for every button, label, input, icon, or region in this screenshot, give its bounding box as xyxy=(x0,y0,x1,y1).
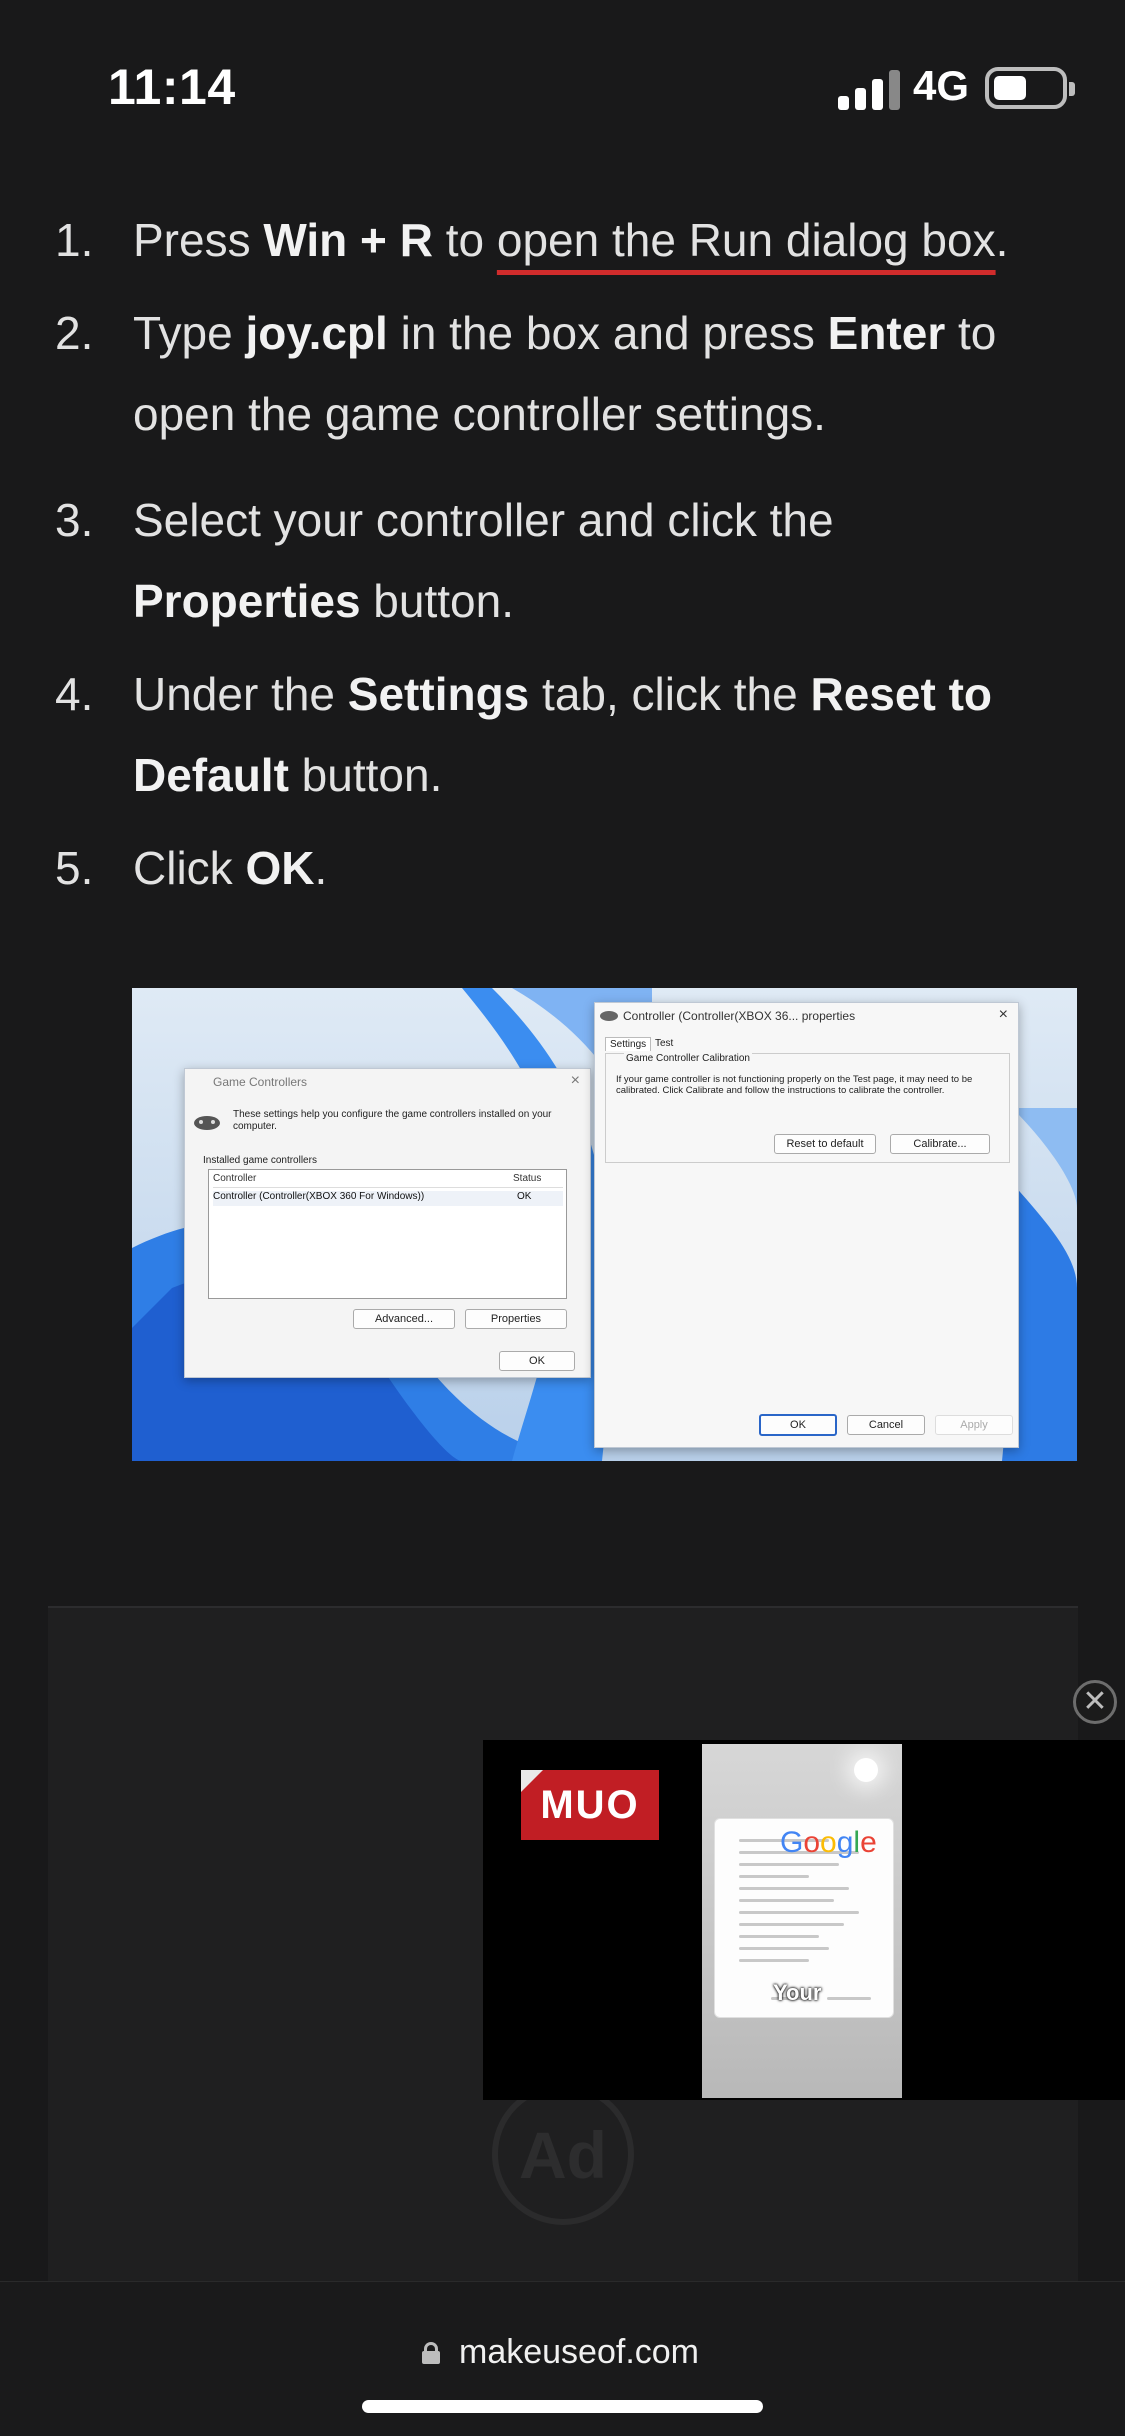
tab-test[interactable]: Test xyxy=(655,1038,673,1049)
table-row[interactable]: Controller (Controller(XBOX 360 For Wind… xyxy=(213,1191,563,1206)
video-frame: Google Your xyxy=(702,1744,902,2098)
network-type: 4G xyxy=(913,62,970,109)
step-text: Select your controller and click the Pro… xyxy=(133,480,1033,642)
step-number: 1. xyxy=(55,214,94,266)
step-text: Click OK. xyxy=(133,828,1033,909)
game-controllers-dialog: Game Controllers × These settings help y… xyxy=(184,1068,591,1378)
site-domain[interactable]: makeuseof.com xyxy=(459,2333,699,2372)
dialog-title: Game Controllers xyxy=(213,1075,308,1089)
address-bar[interactable]: makeuseof.com xyxy=(0,2281,1125,2436)
status-time: 11:14 xyxy=(108,59,236,115)
step-keyword: joy.cpl xyxy=(245,307,388,359)
step-keyword: Enter xyxy=(827,307,946,359)
step-text-part: Type xyxy=(133,307,246,359)
google-logo: Google xyxy=(780,1826,877,1859)
step-text: Press Win + R to open the Run dialog box… xyxy=(133,200,1033,281)
calibrate-button[interactable]: Calibrate... xyxy=(890,1134,990,1154)
step-text-part: . xyxy=(995,214,1009,266)
page: 11:14 4G 1. Press Win + R to open the Ru… xyxy=(0,0,1125,2436)
battery-icon xyxy=(985,67,1075,109)
ad-logo: Ad xyxy=(492,2083,634,2225)
step-text-part: Select your controller and click the xyxy=(133,494,834,546)
dialog-description: These settings help you configure the ga… xyxy=(233,1109,552,1132)
step-text: Type joy.cpl in the box and press Enter … xyxy=(133,293,1033,455)
calibration-group: Game Controller Calibration If your game… xyxy=(605,1053,1010,1163)
signal-icon xyxy=(838,68,900,110)
gamepad-icon xyxy=(599,1009,619,1021)
step-number: 2. xyxy=(55,307,94,359)
list-header: Controller Status xyxy=(213,1173,563,1188)
cancel-button[interactable]: Cancel xyxy=(847,1415,925,1435)
controllers-list[interactable]: Controller Status Controller (Controller… xyxy=(208,1169,567,1299)
step-text-part: in the box and press xyxy=(387,307,828,359)
controller-properties-dialog: Controller (Controller(XBOX 36... proper… xyxy=(594,1002,1019,1448)
step-text-part: to xyxy=(432,214,497,266)
reset-to-default-button[interactable]: Reset to default xyxy=(774,1134,876,1154)
advanced-button[interactable]: Advanced... xyxy=(353,1309,455,1329)
muo-logo-text: MUO xyxy=(540,1783,640,1827)
step-text-part: button. xyxy=(288,749,443,801)
home-indicator[interactable] xyxy=(362,2400,763,2413)
ok-button[interactable]: OK xyxy=(499,1351,575,1371)
step-text-part: Press xyxy=(133,214,264,266)
controller-name: Controller (Controller(XBOX 360 For Wind… xyxy=(213,1191,425,1202)
gamepad-icon xyxy=(193,1113,221,1131)
step-text-part: . xyxy=(314,842,328,894)
muo-logo: MUO xyxy=(521,1770,659,1840)
controller-status: OK xyxy=(517,1191,532,1202)
dialog-title: Controller (Controller(XBOX 36... proper… xyxy=(623,1009,856,1023)
step-keyword: Settings xyxy=(347,668,530,720)
close-icon[interactable]: × xyxy=(571,1072,580,1090)
step-keyword: Properties xyxy=(133,575,361,627)
lock-icon xyxy=(422,2342,440,2364)
step-number: 3. xyxy=(55,494,94,546)
tab-settings[interactable]: Settings xyxy=(605,1037,652,1051)
step-text-part: tab, click the xyxy=(529,668,811,720)
step-keyword: Win + R xyxy=(263,214,433,266)
calibration-text: If your game controller is not functioni… xyxy=(616,1074,973,1096)
properties-button[interactable]: Properties xyxy=(465,1309,567,1329)
status-bar: 11:14 4G xyxy=(0,0,1125,150)
close-video-icon[interactable]: ✕ xyxy=(1073,1680,1117,1724)
step-text-part: button. xyxy=(360,575,514,627)
apply-button[interactable]: Apply xyxy=(935,1415,1013,1435)
close-icon[interactable]: × xyxy=(999,1006,1008,1024)
group-title: Game Controller Calibration xyxy=(624,1053,752,1064)
step-number: 4. xyxy=(55,668,94,720)
column-controller: Controller xyxy=(213,1173,257,1184)
run-dialog-link[interactable]: open the Run dialog box xyxy=(497,214,996,266)
step-number: 5. xyxy=(55,842,94,894)
video-player[interactable]: MUO Google Your xyxy=(483,1740,1125,2100)
step-text-part: Click xyxy=(133,842,246,894)
step-text: Under the Settings tab, click the Reset … xyxy=(133,654,1033,816)
ok-button[interactable]: OK xyxy=(759,1414,837,1436)
column-status: Status xyxy=(513,1173,542,1184)
article-screenshot-image: Game Controllers × These settings help y… xyxy=(132,988,1077,1461)
list-label: Installed game controllers xyxy=(203,1155,317,1166)
video-caption: Your xyxy=(773,1980,822,2005)
step-keyword: OK xyxy=(245,842,315,894)
step-text-part: Under the xyxy=(133,668,348,720)
